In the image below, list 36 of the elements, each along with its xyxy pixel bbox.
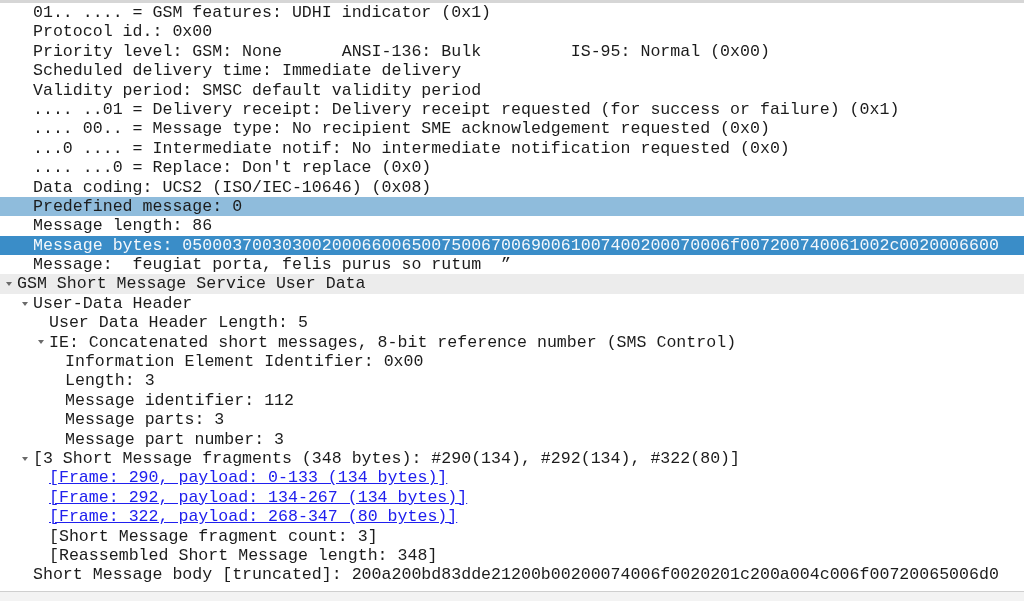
expanded-arrow-icon[interactable] <box>5 281 13 288</box>
tree-item[interactable]: Protocol id.: 0x00 <box>33 22 213 42</box>
tree-item[interactable]: Priority level: GSM: None ANSI-136: Bulk IS-95: Normal (0x00) <box>33 41 770 62</box>
tree-item[interactable]: Scheduled delivery time: Immediate delivery <box>33 61 462 81</box>
tree-item[interactable]: Short Message body [truncated]: 200a200bd83dde21200b00200074006f0020201c200a004c006f00720065006d0 <box>33 565 999 585</box>
tree-row-background[interactable]: GSM Short Message Service User Data <box>0 274 1024 294</box>
tree-item[interactable]: ...0 .... = Intermediate notif: No intermediate notification requested (0x0) <box>33 138 790 159</box>
tree-item[interactable]: 01.. .... = GSM features: UDHI indicator (0x1) <box>33 3 492 23</box>
tree-item[interactable]: Validity period: SMSC default validity period <box>33 80 482 100</box>
expanded-arrow-icon[interactable] <box>21 455 29 462</box>
tree-item[interactable]: [Short Message fragment count: 3] <box>49 526 378 546</box>
tree-item[interactable]: .... ..01 = Delivery receipt: Delivery receipt requested (for success or failure) (0x1) <box>33 99 900 120</box>
tree-item[interactable]: [Reassembled Short Message length: 348] <box>49 545 438 566</box>
tree-item[interactable]: .... 00.. = Message type: No recipient SME acknowledgement requested (0x0) <box>33 119 770 139</box>
related-row-highlight[interactable]: Predefined message: 0 <box>0 196 1024 217</box>
tree-item[interactable]: .... ...0 = Replace: Don't replace (0x0) <box>33 158 432 178</box>
frame-link[interactable]: [Frame: 292, payload: 134-267 (134 bytes)] <box>49 487 468 508</box>
expanded-arrow-icon[interactable] <box>21 300 29 307</box>
tree-item[interactable]: Message part number: 3 <box>65 429 285 449</box>
tree-item[interactable]: Predefined message: 0 <box>33 196 243 217</box>
horizontal-scrollbar[interactable] <box>0 591 1024 601</box>
tree-item[interactable]: Length: 3 <box>65 371 155 391</box>
tree-item[interactable]: Information Element Identifier: 0x00 <box>65 352 424 372</box>
tree-item[interactable]: Message length: 86 <box>33 216 213 236</box>
expanded-arrow-icon[interactable] <box>37 339 45 346</box>
tree-item[interactable]: GSM Short Message Service User Data <box>17 274 366 294</box>
tree-item[interactable]: Data coding: UCS2 (ISO/IEC-10646) (0x08) <box>33 177 432 197</box>
frame-link[interactable]: [Frame: 322, payload: 268-347 (80 bytes)] <box>49 507 458 527</box>
tree-item[interactable]: Message parts: 3 <box>65 410 225 430</box>
tree-item[interactable]: IE: Concatenated short messages, 8-bit reference number (SMS Control) <box>49 332 737 353</box>
tree-item[interactable]: [3 Short Message fragments (348 bytes): #290(134), #292(134), #322(80)] <box>33 449 740 469</box>
tree-item[interactable]: User Data Header Length: 5 <box>49 313 308 333</box>
frame-link[interactable]: [Frame: 290, payload: 0-133 (134 bytes)] <box>49 468 448 488</box>
tree-item[interactable]: Message identifier: 112 <box>65 390 295 411</box>
tree-item[interactable]: User-Data Header <box>33 293 193 314</box>
tree-item[interactable]: Message: feugiat porta, felis purus so rutum ” <box>33 255 511 275</box>
